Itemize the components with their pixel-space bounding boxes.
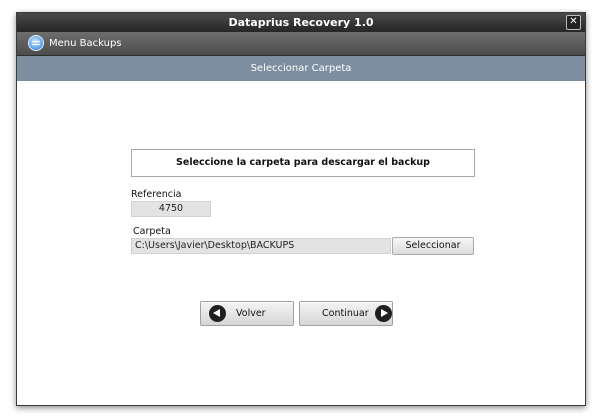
continuar-button[interactable]: Continuar <box>299 301 393 326</box>
section-header: Seleccionar Carpeta <box>17 56 585 81</box>
seleccionar-button[interactable]: Seleccionar <box>392 237 474 255</box>
title-bar[interactable]: Dataprius Recovery 1.0 ✕ <box>17 13 585 32</box>
section-title: Seleccionar Carpeta <box>250 63 352 74</box>
referencia-field: 4750 <box>131 201 211 217</box>
close-icon: ✕ <box>569 16 578 27</box>
referencia-label: Referencia <box>131 189 182 200</box>
volver-label: Volver <box>236 308 266 319</box>
menu-backups[interactable]: Menu Backups <box>28 35 122 51</box>
referencia-value: 4750 <box>158 203 184 214</box>
carpeta-path-value: C:\Users\Javier\Desktop\BACKUPS <box>135 240 295 251</box>
close-button[interactable]: ✕ <box>566 15 581 30</box>
continuar-label: Continuar <box>322 308 369 319</box>
carpeta-label: Carpeta <box>133 226 171 237</box>
arrow-left-icon <box>209 305 226 322</box>
volver-button[interactable]: Volver <box>200 301 294 326</box>
carpeta-path-field[interactable]: C:\Users\Javier\Desktop\BACKUPS <box>131 238 391 254</box>
instruction-text: Seleccione la carpeta para descargar el … <box>176 157 430 168</box>
menu-backups-label: Menu Backups <box>49 37 122 49</box>
app-window: Dataprius Recovery 1.0 ✕ Menu Backups Se… <box>16 12 586 406</box>
seleccionar-label: Seleccionar <box>405 240 461 251</box>
window-title: Dataprius Recovery 1.0 <box>228 16 374 29</box>
instruction-box: Seleccione la carpeta para descargar el … <box>131 149 475 177</box>
database-icon <box>28 35 44 51</box>
arrow-right-icon <box>374 305 392 322</box>
menu-bar: Menu Backups <box>17 32 585 56</box>
